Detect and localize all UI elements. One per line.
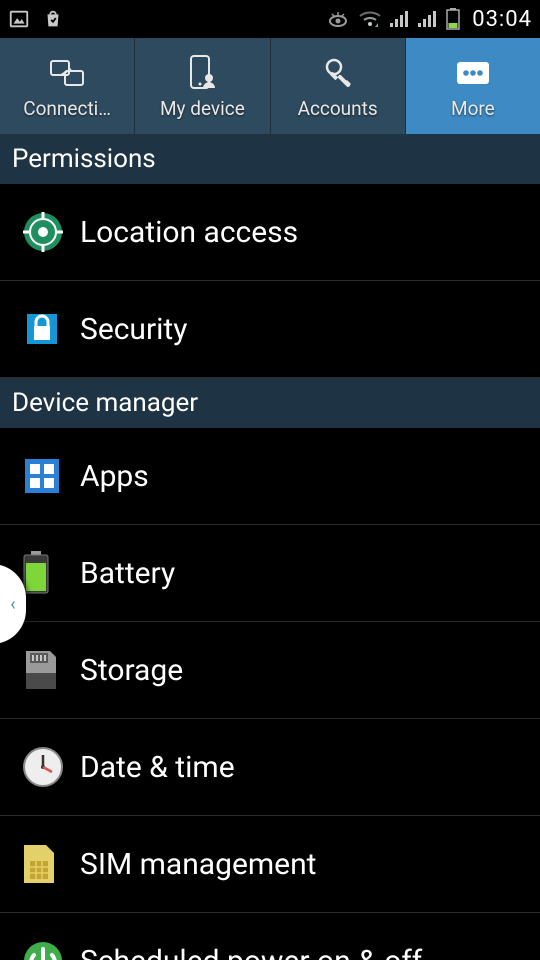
- tab-accounts[interactable]: Accounts: [271, 38, 406, 134]
- battery-icon: [446, 8, 460, 30]
- section-header-device-manager: Device manager: [0, 378, 540, 428]
- more-icon: [453, 53, 493, 93]
- tab-more[interactable]: More: [406, 38, 540, 134]
- wifi-icon: [358, 9, 382, 29]
- chevron-left-icon: ‹: [10, 594, 15, 615]
- power-icon: [22, 939, 78, 960]
- tab-my-device[interactable]: My device: [135, 38, 270, 134]
- battery-row-icon: [22, 551, 78, 595]
- location-icon: [22, 210, 78, 254]
- row-sim-management[interactable]: SIM management: [0, 816, 540, 913]
- row-label: Battery: [80, 556, 175, 591]
- signal-2-icon: [418, 9, 438, 29]
- tab-label: Connecti…: [17, 97, 117, 120]
- row-battery[interactable]: Battery: [0, 525, 540, 622]
- my-device-icon: [185, 53, 219, 93]
- row-label: Location access: [80, 215, 298, 250]
- apps-icon: [22, 454, 78, 498]
- eye-icon: [326, 9, 350, 29]
- row-scheduled-power[interactable]: Scheduled power on & off: [0, 913, 540, 960]
- row-label: Storage: [80, 653, 183, 688]
- row-label: SIM management: [80, 847, 316, 882]
- shopping-icon: [42, 8, 64, 30]
- storage-icon: [22, 648, 78, 692]
- clock-text: 03:04: [472, 7, 532, 32]
- clock-icon: [22, 745, 78, 789]
- settings-tabs: Connecti… My device Accounts More: [0, 38, 540, 134]
- row-label: Security: [80, 312, 187, 347]
- row-label: Date & time: [80, 750, 235, 785]
- picture-icon: [8, 8, 30, 30]
- accounts-icon: [320, 53, 356, 93]
- row-label: Apps: [80, 459, 149, 494]
- signal-1-icon: [390, 9, 410, 29]
- row-security[interactable]: Security: [0, 281, 540, 378]
- status-bar: 03:04: [0, 0, 540, 38]
- tab-connections[interactable]: Connecti…: [0, 38, 135, 134]
- row-storage[interactable]: Storage: [0, 622, 540, 719]
- tab-label: More: [445, 97, 501, 120]
- row-label: Scheduled power on & off: [80, 944, 422, 960]
- row-date-time[interactable]: Date & time: [0, 719, 540, 816]
- lock-icon: [22, 307, 78, 351]
- section-header-permissions: Permissions: [0, 134, 540, 184]
- sim-icon: [22, 842, 78, 886]
- row-location-access[interactable]: Location access: [0, 184, 540, 281]
- tab-label: Accounts: [292, 97, 384, 120]
- row-apps[interactable]: Apps: [0, 428, 540, 525]
- tab-label: My device: [154, 97, 251, 120]
- connections-icon: [47, 53, 87, 93]
